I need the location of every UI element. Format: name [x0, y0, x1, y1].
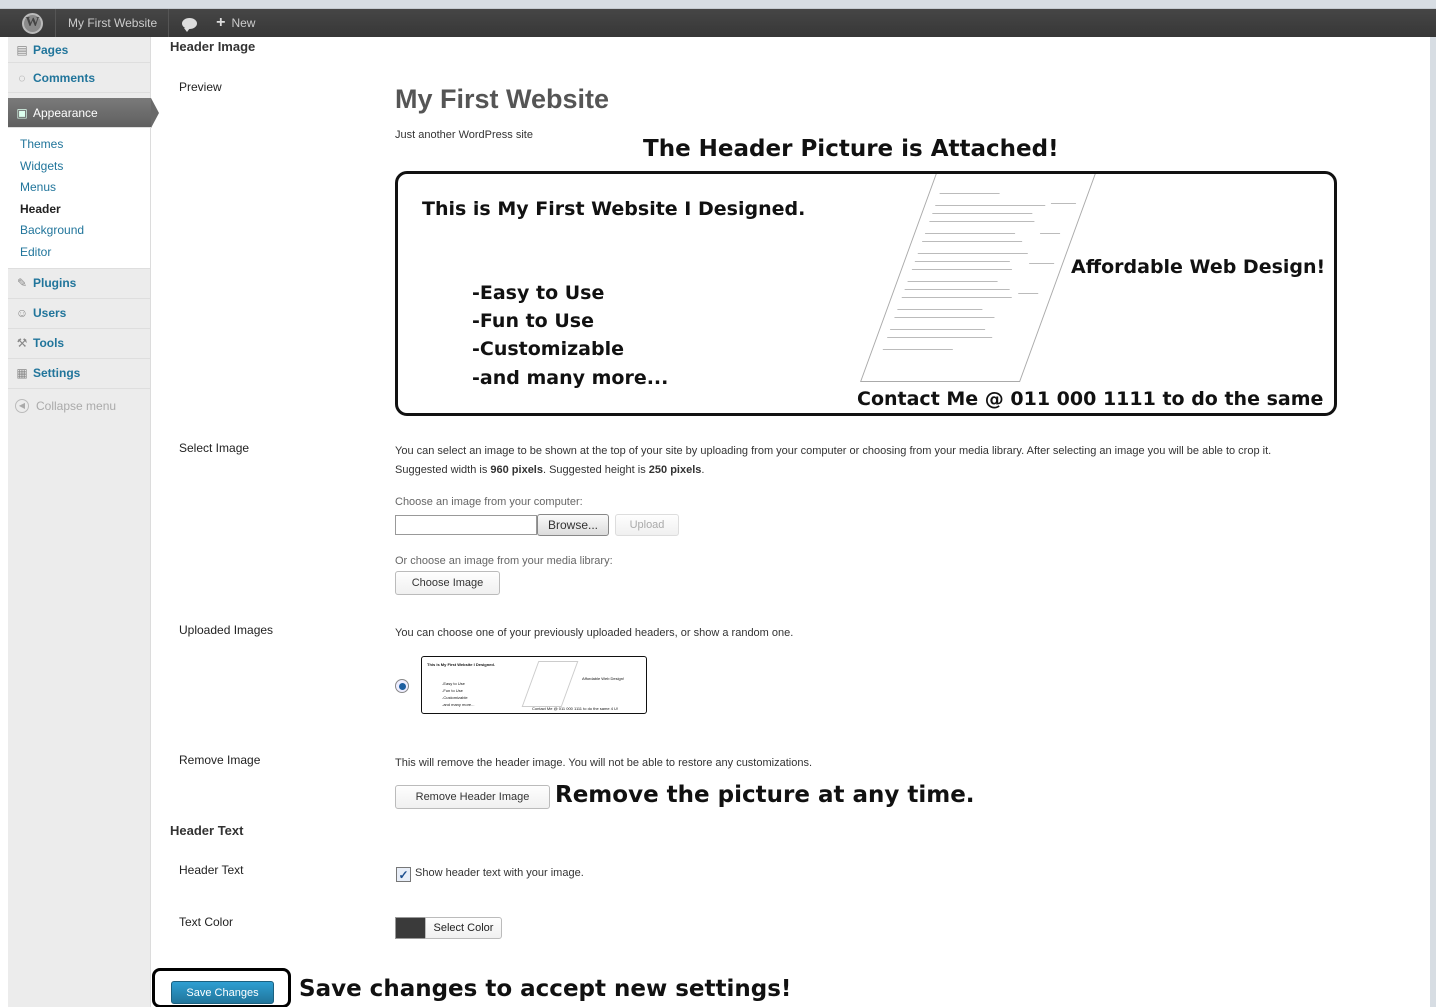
comment-bubble-icon — [182, 17, 198, 32]
choose-from-computer-label: Choose an image from your computer: — [395, 496, 583, 508]
users-icon: ☺ — [15, 306, 29, 321]
submenu-item-background[interactable]: Background — [20, 220, 150, 242]
suggested-width-value: 960 pixels — [490, 464, 543, 476]
collapse-arrow-icon: ◀ — [15, 398, 29, 413]
new-label: New — [231, 16, 256, 30]
admin-bar: W My First Website + New — [0, 9, 1436, 37]
remove-image-description: This will remove the header image. You w… — [395, 757, 812, 769]
remove-header-image-button[interactable]: Remove Header Image — [395, 785, 550, 809]
suggested-size-text: Suggested width is 960 pixels. Suggested… — [395, 464, 704, 476]
header-image-bullet: -and many more... — [472, 367, 669, 389]
submenu-item-menus[interactable]: Menus — [20, 177, 150, 199]
wordpress-logo-icon: W — [22, 12, 43, 34]
plugins-icon: ✎ — [16, 276, 28, 291]
collapse-menu-button[interactable]: ◀ Collapse menu — [8, 389, 150, 423]
tools-icon: ⚒ — [16, 336, 28, 351]
thumb-document-sketch — [521, 661, 579, 707]
choose-from-library-label: Or choose an image from your media libra… — [395, 555, 613, 567]
sidebar-item-label: Comments — [33, 70, 96, 85]
uploaded-header-thumbnail[interactable]: This is My First Website I Designed. -Ea… — [421, 656, 647, 714]
sidebar-item-label: Tools — [33, 336, 65, 351]
thumb-tagline: Affordable Web Design! — [582, 676, 625, 681]
wordpress-logo-button[interactable]: W — [0, 9, 55, 37]
pages-icon: ▤ — [16, 42, 28, 57]
checkmark-icon: ✓ — [398, 867, 409, 882]
suggested-size-end: . — [701, 464, 705, 476]
choose-image-button[interactable]: Choose Image — [395, 571, 500, 595]
suggested-width-prefix: Suggested width is — [395, 464, 491, 476]
comments-icon: ◌ — [18, 70, 26, 85]
thumb-headline: This is My First Website I Designed. — [427, 662, 495, 667]
admin-sidebar: ▤ Pages ◌ Comments ▣ Appearance Themes W… — [8, 37, 159, 1007]
thumb-bullet: -Fun to Use — [442, 688, 463, 693]
sidebar-item-label: Pages — [33, 42, 69, 57]
plus-icon: + — [216, 14, 226, 31]
text-color-swatch[interactable] — [395, 917, 426, 939]
header-image-tagline: Affordable Web Design! — [1071, 256, 1326, 278]
annotation-header-attached: The Header Picture is Attached! — [643, 136, 1059, 162]
text-color-label: Text Color — [179, 915, 234, 929]
uploaded-header-radio[interactable] — [395, 679, 409, 693]
sidebar-item-label: Settings — [33, 366, 81, 381]
suggested-height-prefix: . Suggested height is — [542, 464, 649, 476]
document-sketch-image — [860, 174, 1097, 382]
annotation-remove-picture: Remove the picture at any time. — [555, 782, 975, 808]
annotation-save-changes: Save changes to accept new settings! — [299, 976, 792, 1002]
header-image-preview: This is My First Website I Designed. -Ea… — [395, 171, 1337, 416]
sidebar-item-comments[interactable]: ◌ Comments — [8, 63, 150, 93]
select-image-description: You can select an image to be shown at t… — [395, 445, 1272, 457]
submenu-item-header[interactable]: Header — [20, 199, 150, 221]
thumb-bullet: -and many more... — [442, 702, 475, 707]
uploaded-images-label: Uploaded Images — [179, 623, 274, 637]
sidebar-item-settings[interactable]: ▦ Settings — [8, 359, 150, 389]
thumb-bullet: -Customizable — [442, 695, 468, 700]
site-name-link[interactable]: My First Website — [56, 9, 168, 37]
remove-image-label: Remove Image — [179, 753, 261, 767]
sidebar-item-label: Plugins — [33, 276, 77, 291]
sidebar-item-pages[interactable]: ▤ Pages — [8, 37, 150, 63]
show-header-text-label[interactable]: Show header text with your image. — [415, 867, 584, 879]
header-image-section-title: Header Image — [170, 39, 256, 54]
sidebar-item-label: Appearance — [33, 105, 98, 120]
save-changes-button[interactable]: Save Changes — [171, 981, 274, 1004]
settings-icon: ▦ — [16, 366, 28, 381]
window-top-strip — [0, 0, 1436, 9]
site-title-preview: My First Website — [395, 84, 610, 114]
submenu-item-themes[interactable]: Themes — [20, 134, 150, 156]
upload-button[interactable]: Upload — [615, 514, 679, 536]
new-content-link[interactable]: + New — [210, 9, 261, 37]
header-text-section-title: Header Text — [170, 823, 244, 838]
show-header-text-checkbox[interactable]: ✓ — [396, 867, 411, 882]
file-path-input[interactable] — [395, 515, 537, 535]
submenu-item-widgets[interactable]: Widgets — [20, 156, 150, 178]
appearance-icon: ▣ — [16, 105, 28, 120]
uploaded-images-description: You can choose one of your previously up… — [395, 627, 794, 639]
appearance-submenu: Themes Widgets Menus Header Background E… — [8, 128, 150, 269]
site-name-label: My First Website — [68, 16, 158, 30]
header-image-bullet: -Customizable — [472, 338, 624, 360]
select-color-button[interactable]: Select Color — [425, 917, 502, 939]
window-right-edge — [1430, 37, 1436, 1007]
submenu-item-editor[interactable]: Editor — [20, 242, 150, 264]
header-image-bullet: -Easy to Use — [472, 282, 605, 304]
sidebar-item-tools[interactable]: ⚒ Tools — [8, 329, 150, 359]
comments-link[interactable] — [169, 9, 210, 37]
suggested-height-value: 250 pixels — [648, 464, 702, 476]
sidebar-item-appearance[interactable]: ▣ Appearance — [8, 98, 159, 128]
select-image-label: Select Image — [179, 441, 250, 455]
sidebar-item-plugins[interactable]: ✎ Plugins — [8, 269, 150, 299]
header-image-contact: Contact Me @ 011 000 1111 to do the same… — [857, 388, 1324, 413]
sidebar-item-label: Users — [33, 306, 67, 321]
header-image-headline: This is My First Website I Designed. — [422, 198, 806, 220]
sidebar-item-users[interactable]: ☺ Users — [8, 299, 150, 329]
collapse-menu-label: Collapse menu — [36, 398, 117, 413]
preview-label: Preview — [179, 80, 222, 94]
header-image-bullet: -Fun to Use — [472, 310, 594, 332]
header-text-label: Header Text — [179, 863, 244, 877]
site-tagline-preview: Just another WordPress site — [395, 129, 533, 141]
thumb-bullet: -Easy to Use — [442, 681, 465, 686]
browse-button[interactable]: Browse... — [537, 514, 609, 536]
